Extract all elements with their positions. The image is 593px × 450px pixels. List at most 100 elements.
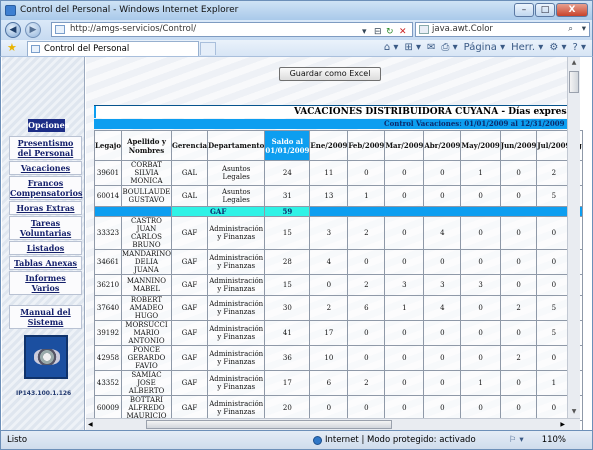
table-cell: 0 — [384, 320, 425, 346]
table-header-row: Legajo Apellido y Nombres Gerencia Depar… — [93, 130, 583, 161]
table-cell: 0 — [347, 395, 386, 421]
search-dropdown-icon[interactable]: ▾ — [582, 23, 586, 36]
scroll-down-icon[interactable]: ▼ — [568, 406, 580, 418]
url-text: http://amgs-servicios/Control/ — [70, 24, 197, 34]
back-button[interactable]: ◀ — [5, 22, 21, 38]
tab-control-del-personal[interactable]: Control del Personal — [27, 41, 199, 56]
feeds-icon[interactable]: ⊞ ▾ — [404, 42, 421, 53]
sidebar-menu: Presentismo del Personal Vacaciones Fran… — [9, 136, 82, 330]
table-cell: 6 — [347, 295, 386, 321]
tools-menu-icon[interactable]: Herr. ▾ — [511, 42, 543, 53]
table-cell: 1 — [460, 160, 501, 186]
favorites-star-icon[interactable]: ★ — [7, 41, 17, 54]
scroll-right-icon[interactable]: ▶ — [560, 419, 565, 430]
table-cell: Administración y Finanzas — [207, 395, 266, 421]
maximize-button[interactable]: □ — [535, 3, 555, 17]
compat-view-icon[interactable]: ⊟ — [374, 26, 382, 39]
table-cell: GAF — [170, 295, 209, 321]
new-tab-button[interactable] — [200, 42, 216, 55]
search-icon[interactable]: ⌕ — [568, 23, 573, 36]
close-button[interactable]: X — [556, 3, 588, 17]
mail-icon[interactable]: ✉ — [427, 42, 435, 53]
print-icon[interactable]: ⎙ ▾ — [441, 42, 457, 53]
table-cell: GAF — [170, 249, 209, 275]
zoom-level[interactable]: 110% — [542, 431, 566, 449]
table-cell: Administración y Finanzas — [207, 295, 266, 321]
table-cell: 41 — [264, 320, 311, 346]
forward-button[interactable]: ▶ — [25, 22, 41, 38]
column-header: Jul/2009 — [536, 130, 572, 161]
search-provider-icon — [419, 25, 429, 34]
table-cell: 0 — [423, 370, 462, 396]
vertical-scroll-thumb[interactable] — [569, 71, 579, 93]
table-cell: Administración y Finanzas — [207, 345, 266, 371]
table-cell: 0 — [460, 249, 501, 275]
table-cell: GAF — [170, 370, 209, 396]
home-icon[interactable]: ⌂ ▾ — [384, 42, 399, 53]
company-logo — [24, 335, 68, 379]
table-cell: 34661 — [93, 249, 123, 275]
sidebar-item-manual[interactable]: Manual del Sistema — [9, 305, 82, 329]
table-cell: 0 — [499, 185, 538, 207]
report-area: Guardar como Excel VACACIONES DISTRIBUID… — [86, 57, 583, 430]
table-row: 60014 BOULLAUDE GUSTAVO GAL Asuntos Legales… — [93, 185, 583, 207]
sidebar-item-listados[interactable]: Listados — [9, 241, 82, 255]
horizontal-scrollbar[interactable]: ◀ ▶ — [86, 418, 580, 430]
url-dropdown-icon[interactable]: ▾ — [362, 26, 367, 39]
table-cell: 60014 — [93, 185, 123, 207]
tire-logo-icon — [34, 349, 60, 365]
globe-icon — [313, 436, 322, 445]
column-header: May/2009 — [460, 130, 501, 161]
security-zone[interactable]: Internet | Modo protegido: activado — [313, 431, 476, 449]
sidebar-item-presentismo[interactable]: Presentismo del Personal — [9, 136, 82, 160]
table-cell: 4 — [309, 249, 349, 275]
refresh-icon[interactable]: ↻ — [386, 26, 394, 39]
table-cell: GAF — [170, 274, 209, 296]
scroll-left-icon[interactable]: ◀ — [88, 419, 93, 430]
sidebar-item-tablas[interactable]: Tablas Anexas — [9, 256, 82, 270]
table-cell: 0 — [423, 249, 462, 275]
table-row: 39601 CORBAT SILVIA MONICA GAL Asuntos Lega… — [93, 160, 583, 186]
search-input[interactable]: java.awt.Color ⌕ ▾ — [415, 22, 590, 37]
table-cell: MANDARINO DELIA JUANA — [121, 249, 172, 275]
table-row: 39192 MORSUCCI MARIO ANTONIO GAF Administra… — [93, 320, 583, 346]
minimize-button[interactable]: – — [514, 3, 534, 17]
settings-icon[interactable]: ⚙ ▾ — [549, 42, 566, 53]
help-icon[interactable]: ? ▾ — [572, 42, 586, 53]
security-icon[interactable]: ⚐ ▾ — [509, 431, 524, 449]
table-cell: 0 — [536, 249, 572, 275]
table-cell: 0 — [499, 249, 538, 275]
table-body-gaf: 33323 CASTRO JUAN CARLOS BRUNO GAF Administ… — [93, 216, 583, 430]
table-cell: Administración y Finanzas — [207, 249, 266, 275]
vacation-table: Legajo Apellido y Nombres Gerencia Depar… — [93, 130, 583, 430]
window-titlebar: Control del Personal - Windows Internet … — [0, 0, 593, 20]
address-bar: ◀ ▶ http://amgs-servicios/Control/ ▾ ⊟ ↻… — [0, 20, 593, 40]
tab-page-icon — [31, 45, 40, 53]
table-cell: 24 — [264, 160, 311, 186]
table-cell: 0 — [384, 216, 425, 250]
sidebar-item-horas-extras[interactable]: Horas Extras — [9, 201, 82, 215]
stop-icon[interactable]: ✕ — [399, 26, 407, 39]
table-cell: GAF — [170, 216, 209, 250]
table-cell: Asuntos Legales — [207, 160, 266, 186]
table-cell: 15 — [264, 216, 311, 250]
table-cell: 17 — [264, 370, 311, 396]
sidebar-item-tareas[interactable]: Tareas Voluntarias — [9, 216, 82, 240]
vertical-scrollbar[interactable]: ▲ ▼ — [567, 57, 580, 418]
sidebar-item-informes[interactable]: Informes Varios — [9, 271, 82, 295]
table-cell: Administración y Finanzas — [207, 216, 266, 250]
url-input[interactable]: http://amgs-servicios/Control/ ▾ ⊟ ↻ ✕ — [51, 22, 413, 37]
page-menu-icon[interactable]: Página ▾ — [464, 42, 506, 53]
sidebar-item-vacaciones[interactable]: Vacaciones — [9, 161, 82, 175]
table-cell: 11 — [309, 160, 349, 186]
horizontal-scroll-thumb[interactable] — [146, 420, 392, 429]
table-cell: 0 — [499, 216, 538, 250]
export-excel-button[interactable]: Guardar como Excel — [279, 67, 381, 81]
sidebar-item-francos[interactable]: Francos Compensatorios — [9, 176, 82, 200]
table-cell: 60009 — [93, 395, 123, 421]
group-summary-row: GAF 59 — [94, 206, 583, 217]
table-cell: GAF — [170, 320, 209, 346]
scroll-up-icon[interactable]: ▲ — [568, 57, 580, 69]
table-cell: 0 — [309, 274, 349, 296]
table-cell: 0 — [347, 249, 386, 275]
